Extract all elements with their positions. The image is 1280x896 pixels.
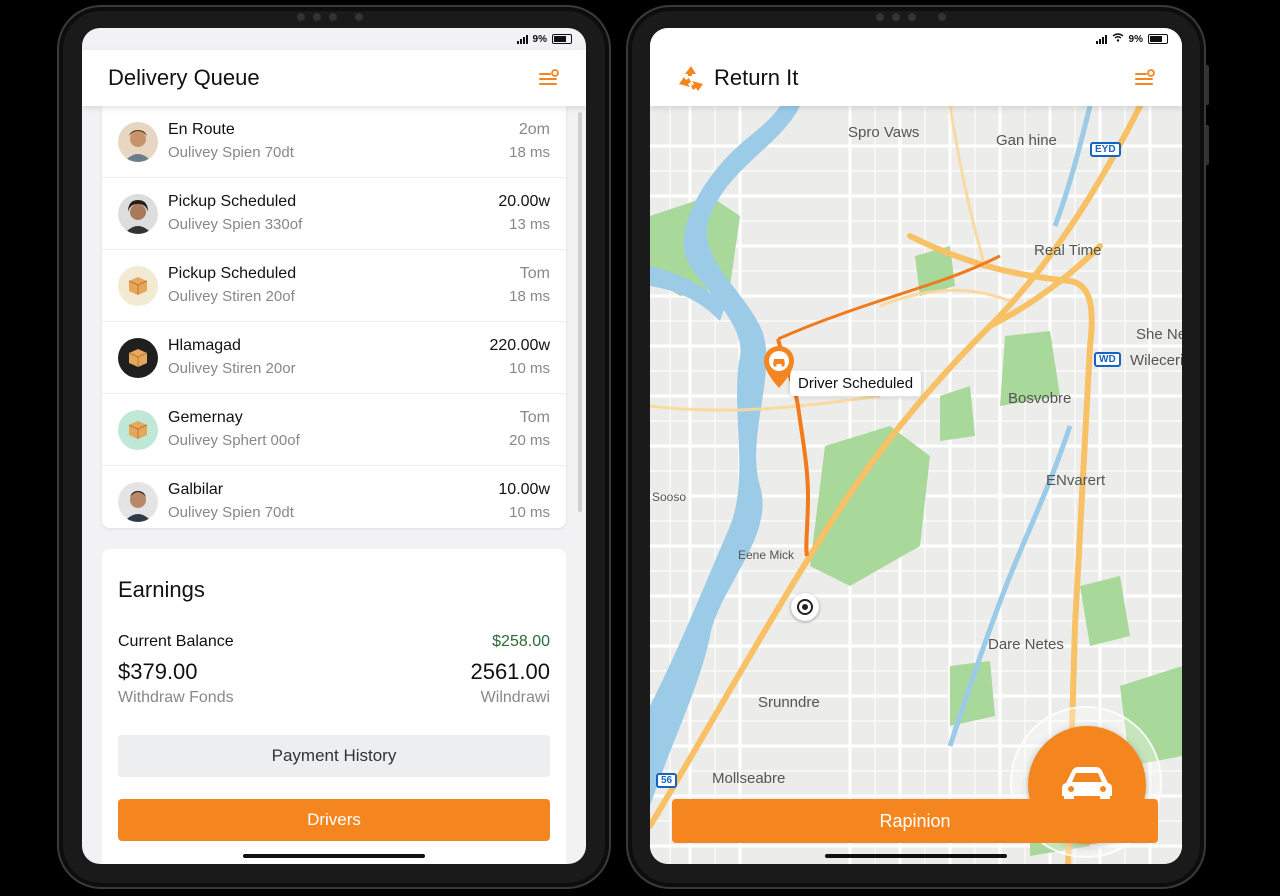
app-title: Return It: [714, 65, 799, 90]
highway-shield: WD: [1094, 352, 1121, 367]
camera-dot: [355, 13, 363, 21]
map-label: She Ne: [1136, 326, 1182, 343]
item-value: 20.00w: [498, 193, 550, 210]
item-title: Pickup Scheduled: [168, 265, 297, 282]
item-subtitle: Oulivey Spien 70dt: [168, 504, 294, 521]
battery-percent: 9%: [1128, 33, 1143, 45]
map-view[interactable]: Spro Vaws Gan hine Real Time She Ne Wile…: [650, 106, 1182, 864]
item-subtitle: Oulivey Spien 330of: [168, 216, 303, 233]
home-indicator[interactable]: [825, 854, 1007, 858]
list-item[interactable]: Gemernay Oulivey Sphert 00of Tom 20 ms: [102, 394, 566, 466]
map-label: Bosvobre: [1008, 390, 1072, 407]
recycle-icon: [676, 64, 706, 92]
item-subtitle: Oulivey Sphert 00of: [168, 432, 300, 449]
item-title: Hlamagad: [168, 337, 241, 354]
item-title: Galbilar: [168, 481, 224, 498]
list-item[interactable]: Hlamagad Oulivey Stiren 20or 220.00w 10 …: [102, 322, 566, 394]
camera-dot: [892, 13, 900, 21]
map-label: Gan hine: [996, 132, 1057, 149]
avatar: [118, 193, 158, 234]
package-icon: [118, 337, 158, 378]
scrollbar[interactable]: [578, 112, 582, 512]
list-item[interactable]: Pickup Scheduled Oulivey Stiren 20of Tom…: [102, 250, 566, 322]
balance-value: $258.00: [492, 633, 550, 650]
earnings-card: Earnings Current Balance $258.00 $379.00…: [102, 549, 566, 864]
item-subtitle: Oulivey Spien 70dt: [168, 144, 294, 161]
camera-dot: [908, 13, 916, 21]
item-title: En Route: [168, 121, 235, 138]
package-icon: [118, 409, 158, 450]
status-bar: 9%: [650, 28, 1182, 50]
filter-icon[interactable]: [538, 68, 560, 88]
signal-icon: [1095, 34, 1107, 44]
battery-icon: [1148, 34, 1168, 44]
delivery-queue-list: En Route Oulivey Spien 70dt 2om 18 ms Pi…: [102, 106, 582, 528]
amount-left: $379.00: [118, 659, 198, 684]
right-screen: 9% Return It Spro Vaws Gan hine Real Tim…: [650, 28, 1182, 864]
avatar: [118, 481, 158, 522]
map-label: Wileceri: [1130, 352, 1182, 369]
item-value: 2om: [518, 121, 550, 138]
map-label: ENvarert: [1046, 472, 1106, 489]
item-time: 18 ms: [509, 288, 550, 305]
app-header: Return It: [650, 50, 1182, 106]
battery-icon: [552, 34, 572, 44]
app-header: Delivery Queue: [82, 50, 586, 106]
list-item[interactable]: Galbilar Oulivey Spien 70dt 10.00w 10 ms: [102, 466, 566, 537]
item-subtitle: Oulivey Stiren 20or: [168, 360, 296, 377]
item-time: 10 ms: [509, 360, 550, 377]
item-time: 20 ms: [509, 432, 550, 449]
current-location-icon: [791, 593, 819, 621]
item-time: 10 ms: [509, 504, 550, 521]
highway-shield: EYD: [1090, 142, 1121, 157]
map-label: Real Time: [1034, 242, 1102, 259]
drivers-button[interactable]: Drivers: [118, 799, 550, 841]
map-label: Srunndre: [758, 694, 820, 711]
amount-right: 2561.00: [470, 659, 550, 684]
left-tablet: 9% Delivery Queue En Route Oulivey Spien…: [57, 5, 611, 889]
withdraw-funds-link[interactable]: Withdraw Fonds: [118, 689, 234, 707]
left-screen: 9% Delivery Queue En Route Oulivey Spien…: [82, 28, 586, 864]
item-value: 220.00w: [489, 337, 551, 354]
signal-icon: [516, 34, 528, 44]
item-time: 13 ms: [509, 216, 550, 233]
camera-dot: [297, 13, 305, 21]
map-label: Dare Netes: [988, 636, 1064, 653]
item-value: Tom: [519, 265, 550, 282]
highway-shield: 56: [656, 773, 678, 788]
camera-dot: [313, 13, 321, 21]
battery-percent: 9%: [532, 33, 547, 45]
list-item[interactable]: Pickup Scheduled Oulivey Spien 330of 20.…: [102, 178, 566, 250]
item-title: Gemernay: [168, 409, 243, 426]
balance-label: Current Balance: [118, 633, 234, 650]
item-subtitle: Oulivey Stiren 20of: [168, 288, 295, 305]
item-value: Tom: [519, 409, 550, 426]
right-tablet: 9% Return It Spro Vaws Gan hine Real Tim…: [626, 5, 1209, 889]
side-button: [1205, 125, 1209, 165]
payment-history-button[interactable]: Payment History: [118, 735, 550, 777]
withdraw-link[interactable]: Wilndrawi: [481, 689, 550, 707]
item-title: Pickup Scheduled: [168, 193, 297, 210]
package-icon: [118, 265, 158, 306]
pin-label: Driver Scheduled: [790, 371, 922, 396]
wifi-icon: [1112, 33, 1124, 45]
avatar: [118, 121, 158, 162]
camera-dot: [938, 13, 946, 21]
map-label: Sooso: [652, 490, 687, 504]
camera-dot: [329, 13, 337, 21]
camera-dot: [876, 13, 884, 21]
home-indicator[interactable]: [243, 854, 425, 858]
earnings-title: Earnings: [118, 577, 205, 602]
map-label: Eene Mick: [738, 548, 795, 562]
map-label: Spro Vaws: [848, 124, 920, 141]
map-label: Mollseabre: [712, 770, 786, 787]
page-title: Delivery Queue: [108, 65, 260, 90]
filter-icon[interactable]: [1134, 68, 1156, 88]
item-value: 10.00w: [498, 481, 550, 498]
side-button: [1205, 65, 1209, 105]
list-item[interactable]: En Route Oulivey Spien 70dt 2om 18 ms: [102, 106, 566, 178]
action-button[interactable]: Rapinion: [672, 799, 1158, 843]
item-time: 18 ms: [509, 144, 550, 161]
status-bar: 9%: [82, 28, 586, 50]
